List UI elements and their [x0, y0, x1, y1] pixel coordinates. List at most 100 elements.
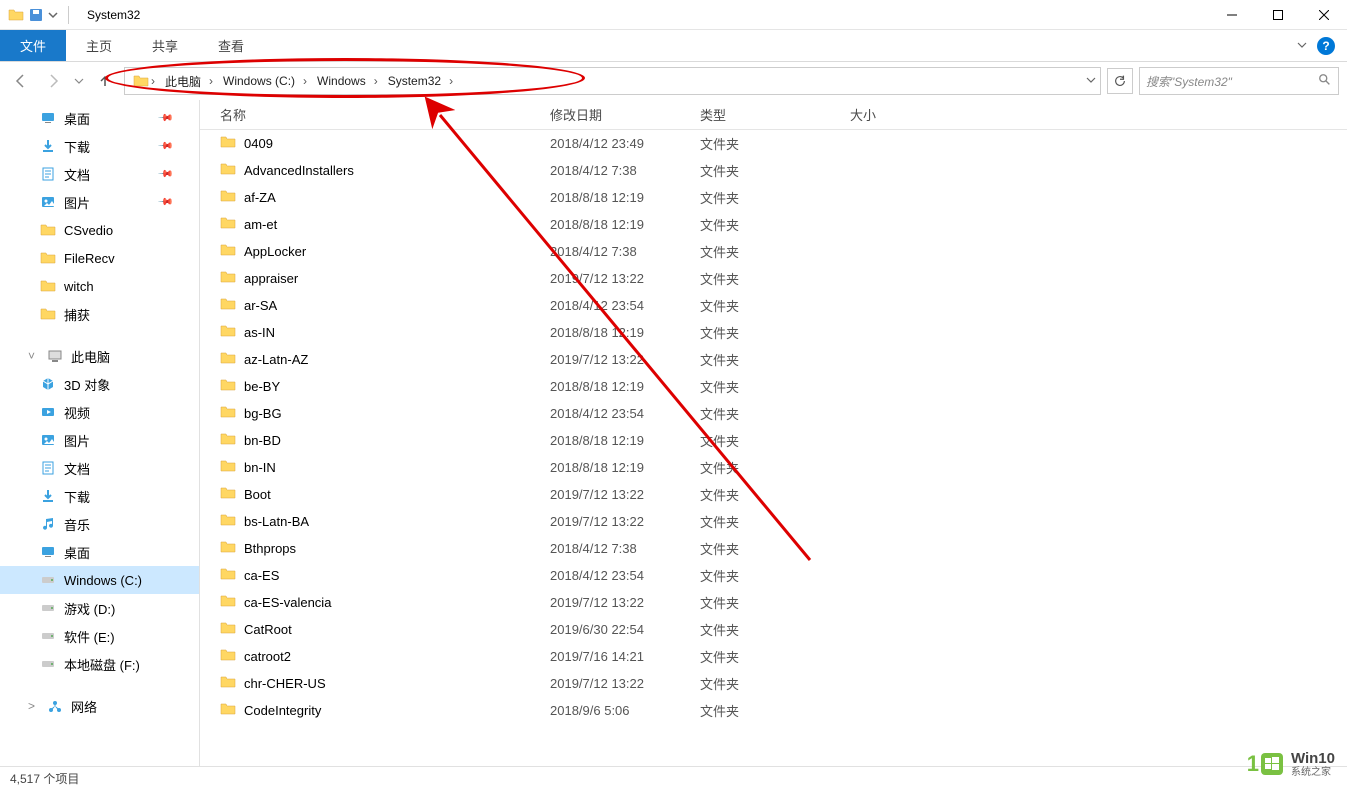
file-type: 文件夹: [700, 458, 850, 477]
sidebar-item[interactable]: 软件 (E:): [0, 622, 199, 650]
sidebar-item[interactable]: 游戏 (D:): [0, 594, 199, 622]
sidebar-item[interactable]: 本地磁盘 (F:): [0, 650, 199, 678]
file-type: 文件夹: [700, 539, 850, 558]
help-icon[interactable]: ?: [1317, 37, 1335, 55]
recent-dropdown[interactable]: [72, 68, 86, 94]
up-button[interactable]: [92, 68, 118, 94]
table-row[interactable]: AdvancedInstallers2018/4/12 7:38文件夹: [200, 157, 1347, 184]
sidebar-item[interactable]: FileRecv: [0, 244, 199, 272]
table-row[interactable]: as-IN2018/8/18 12:19文件夹: [200, 319, 1347, 346]
tab-view[interactable]: 查看: [198, 30, 264, 61]
address-bar[interactable]: › 此电脑 › Windows (C:) › Windows › System3…: [124, 67, 1101, 95]
table-row[interactable]: am-et2018/8/18 12:19文件夹: [200, 211, 1347, 238]
chevron-right-icon[interactable]: ›: [149, 74, 157, 88]
col-date[interactable]: 修改日期: [550, 105, 700, 124]
table-row[interactable]: ca-ES-valencia2019/7/12 13:22文件夹: [200, 589, 1347, 616]
table-row[interactable]: catroot22019/7/16 14:21文件夹: [200, 643, 1347, 670]
file-date: 2019/7/12 13:22: [550, 676, 700, 691]
table-row[interactable]: CatRoot2019/6/30 22:54文件夹: [200, 616, 1347, 643]
file-type: 文件夹: [700, 404, 850, 423]
sidebar-network[interactable]: ˃网络: [0, 692, 199, 720]
folder-icon: [220, 135, 236, 152]
sidebar-thispc[interactable]: ˅此电脑: [0, 342, 199, 370]
sidebar-item[interactable]: CSvedio: [0, 216, 199, 244]
tab-share[interactable]: 共享: [132, 30, 198, 61]
table-row[interactable]: bg-BG2018/4/12 23:54文件夹: [200, 400, 1347, 427]
table-row[interactable]: bs-Latn-BA2019/7/12 13:22文件夹: [200, 508, 1347, 535]
close-button[interactable]: [1301, 0, 1347, 30]
crumb-windows[interactable]: Windows: [309, 68, 372, 94]
file-name: bn-IN: [244, 460, 276, 475]
qat-dropdown-icon[interactable]: [48, 7, 58, 23]
drive-icon: [40, 628, 56, 644]
table-row[interactable]: ca-ES2018/4/12 23:54文件夹: [200, 562, 1347, 589]
folder-icon: [220, 189, 236, 206]
table-row[interactable]: CodeIntegrity2018/9/6 5:06文件夹: [200, 697, 1347, 724]
folder-icon: [220, 243, 236, 260]
table-row[interactable]: ar-SA2018/4/12 23:54文件夹: [200, 292, 1347, 319]
chevron-right-icon[interactable]: ›: [207, 74, 215, 88]
col-name[interactable]: 名称: [220, 105, 550, 124]
table-row[interactable]: be-BY2018/8/18 12:19文件夹: [200, 373, 1347, 400]
file-list[interactable]: 04092018/4/12 23:49文件夹AdvancedInstallers…: [200, 130, 1347, 766]
documents-icon: [40, 166, 56, 182]
drive-icon: [40, 656, 56, 672]
sidebar-item[interactable]: 桌面📌: [0, 104, 199, 132]
pictures-icon: [40, 432, 56, 448]
pin-icon: 📌: [156, 110, 173, 127]
sidebar[interactable]: 桌面📌下载📌文档📌图片📌CSvedioFileRecvwitch捕获˅此电脑3D…: [0, 100, 200, 766]
address-dropdown-icon[interactable]: [1086, 74, 1096, 88]
table-row[interactable]: af-ZA2018/8/18 12:19文件夹: [200, 184, 1347, 211]
sidebar-item[interactable]: 下载: [0, 482, 199, 510]
content-pane: 名称 修改日期 类型 大小 04092018/4/12 23:49文件夹Adva…: [200, 100, 1347, 766]
video-icon: [40, 404, 56, 420]
sidebar-item[interactable]: 3D 对象: [0, 370, 199, 398]
sidebar-item[interactable]: 音乐: [0, 510, 199, 538]
sidebar-item[interactable]: 捕获: [0, 300, 199, 328]
sidebar-label: FileRecv: [64, 251, 115, 266]
sidebar-item[interactable]: 图片📌: [0, 188, 199, 216]
table-row[interactable]: Boot2019/7/12 13:22文件夹: [200, 481, 1347, 508]
crumb-drive[interactable]: Windows (C:): [215, 68, 301, 94]
sidebar-label: 图片: [64, 431, 90, 450]
col-type[interactable]: 类型: [700, 105, 850, 124]
back-button[interactable]: [8, 68, 34, 94]
table-row[interactable]: 04092018/4/12 23:49文件夹: [200, 130, 1347, 157]
table-row[interactable]: AppLocker2018/4/12 7:38文件夹: [200, 238, 1347, 265]
table-row[interactable]: Bthprops2018/4/12 7:38文件夹: [200, 535, 1347, 562]
sidebar-item[interactable]: 文档: [0, 454, 199, 482]
col-size[interactable]: 大小: [850, 105, 950, 124]
file-name: AdvancedInstallers: [244, 163, 354, 178]
crumb-thispc[interactable]: 此电脑: [157, 68, 207, 94]
expand-icon[interactable]: ˅: [28, 349, 35, 363]
table-row[interactable]: bn-BD2018/8/18 12:19文件夹: [200, 427, 1347, 454]
sidebar-item[interactable]: 文档📌: [0, 160, 199, 188]
sidebar-item[interactable]: witch: [0, 272, 199, 300]
crumb-system32[interactable]: System32: [380, 68, 447, 94]
table-row[interactable]: appraiser2019/7/12 13:22文件夹: [200, 265, 1347, 292]
file-type: 文件夹: [700, 485, 850, 504]
sidebar-item[interactable]: 下载📌: [0, 132, 199, 160]
ribbon-collapse-icon[interactable]: [1297, 39, 1307, 53]
sidebar-item[interactable]: Windows (C:): [0, 566, 199, 594]
search-input[interactable]: 搜索"System32": [1139, 67, 1339, 95]
chevron-right-icon[interactable]: ›: [372, 74, 380, 88]
sidebar-item[interactable]: 桌面: [0, 538, 199, 566]
chevron-right-icon[interactable]: ›: [447, 74, 455, 88]
maximize-button[interactable]: [1255, 0, 1301, 30]
sidebar-item[interactable]: 视频: [0, 398, 199, 426]
expand-icon[interactable]: ˃: [28, 699, 35, 713]
chevron-right-icon[interactable]: ›: [301, 74, 309, 88]
file-date: 2018/4/12 23:54: [550, 568, 700, 583]
table-row[interactable]: az-Latn-AZ2019/7/12 13:22文件夹: [200, 346, 1347, 373]
qat-save-icon[interactable]: [28, 7, 44, 23]
forward-button[interactable]: [40, 68, 66, 94]
refresh-button[interactable]: [1107, 68, 1133, 94]
tab-home[interactable]: 主页: [66, 30, 132, 61]
minimize-button[interactable]: [1209, 0, 1255, 30]
table-row[interactable]: chr-CHER-US2019/7/12 13:22文件夹: [200, 670, 1347, 697]
tab-file[interactable]: 文件: [0, 30, 66, 61]
sidebar-item[interactable]: 图片: [0, 426, 199, 454]
table-row[interactable]: bn-IN2018/8/18 12:19文件夹: [200, 454, 1347, 481]
pin-icon: 📌: [156, 166, 173, 183]
